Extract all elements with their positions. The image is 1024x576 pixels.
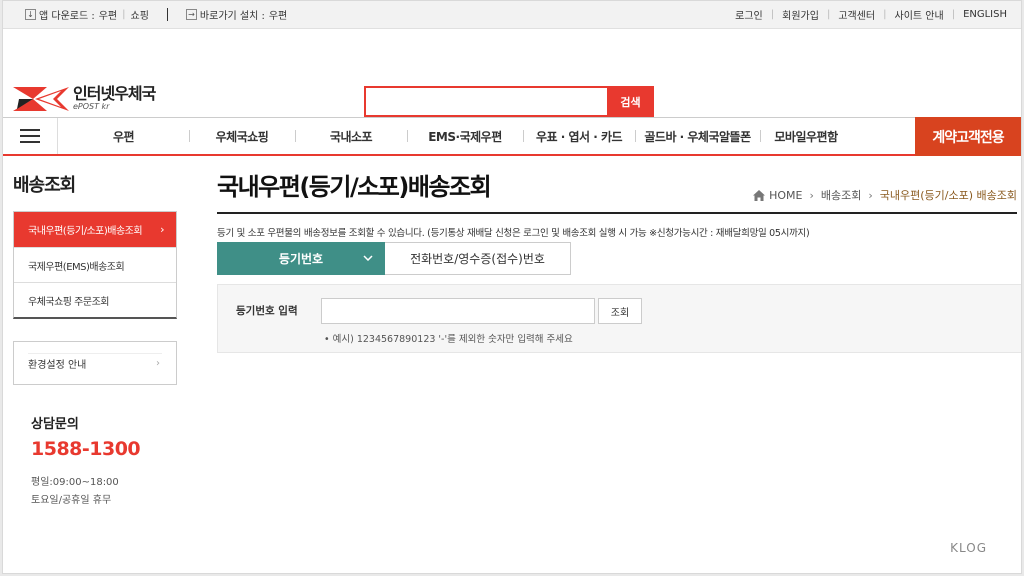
search-input[interactable] bbox=[364, 86, 607, 117]
breadcrumb-current: 국내우편(등기/소포) 배송조회 bbox=[879, 189, 1017, 202]
tab-label: 등기번호 bbox=[278, 252, 324, 266]
tracking-number-label: 등기번호 입력 bbox=[236, 305, 298, 317]
shortcut-label: 바로가기 설치 : bbox=[199, 11, 265, 22]
env-settings-label: 환경설정 안내 bbox=[28, 359, 87, 371]
site-guide-link[interactable]: 사이트 안내 bbox=[895, 7, 944, 22]
login-link[interactable]: 로그인 bbox=[735, 7, 763, 22]
app-download-shopping-link[interactable]: 쇼핑 bbox=[131, 7, 149, 22]
sidebar-item-label: 국내우편(등기/소포)배송조회 bbox=[28, 226, 143, 237]
shortcut-icon: → bbox=[185, 9, 197, 20]
watermark: KLOG bbox=[950, 541, 987, 555]
nav-item-goldbar-phone[interactable]: 골드바 · 우체국알뜰폰 bbox=[635, 128, 760, 145]
tab-phone-receipt-number[interactable]: 전화번호/영수증(접수)번호 bbox=[385, 242, 571, 275]
nav-item-parcel[interactable]: 국내소포 bbox=[295, 128, 407, 145]
breadcrumb-separator: › bbox=[809, 188, 814, 202]
logo-text: 인터넷우체국 ePOST kr bbox=[73, 84, 156, 112]
nav-item-stamps[interactable]: 우표 · 엽서 · 카드 bbox=[523, 128, 635, 145]
browser-page: ↓ 앱 다운로드 : 우편 | 쇼핑 → 바로가기 설치 : 우편 로그인 | … bbox=[2, 0, 1022, 574]
epost-logo[interactable]: 인터넷우체국 ePOST kr bbox=[13, 84, 156, 113]
divider: | bbox=[122, 9, 126, 20]
divider bbox=[166, 8, 168, 21]
logo-english: ePOST kr bbox=[73, 102, 110, 111]
divider: | bbox=[951, 9, 956, 20]
divider: | bbox=[883, 9, 887, 20]
menu-toggle[interactable] bbox=[3, 118, 58, 154]
gnb-items: 우편 우체국쇼핑 국내소포 EMS·국제우편 우표 · 엽서 · 카드 골드바 … bbox=[58, 118, 915, 154]
search-type-tabs: 등기번호 전화번호/영수증(접수)번호 bbox=[217, 242, 1017, 275]
sidebar: 배송조회 국내우편(등기/소포)배송조회 › 국제우편(EMS)배송조회 우체국… bbox=[13, 171, 177, 510]
nav-item-ems[interactable]: EMS·국제우편 bbox=[407, 128, 523, 145]
app-download-label: 앱 다운로드 : bbox=[39, 11, 95, 22]
sidebar-item-label: 국제우편(EMS)배송조회 bbox=[28, 261, 125, 273]
chevron-down-icon bbox=[363, 253, 373, 264]
utility-right: 로그인 | 회원가입 | 고객센터 | 사이트 안내 | ENGLISH bbox=[735, 7, 1007, 22]
breadcrumb-separator: › bbox=[868, 188, 873, 202]
nav-item-post[interactable]: 우편 bbox=[58, 128, 189, 145]
sidebar-item-domestic-tracking[interactable]: 국내우편(등기/소포)배송조회 › bbox=[14, 212, 176, 247]
sidebar-item-ems-tracking[interactable]: 국제우편(EMS)배송조회 bbox=[14, 247, 176, 282]
tracking-form: 등기번호 입력 조회 • 예시) 1234567890123 '-'를 제외한 … bbox=[217, 284, 1021, 353]
sidebar-item-shopping-order[interactable]: 우체국쇼핑 주문조회 bbox=[14, 282, 176, 317]
consult-title: 상담문의 bbox=[31, 417, 79, 432]
divider: | bbox=[770, 9, 775, 20]
hours-holiday: 토요일/공휴일 휴무 bbox=[31, 495, 112, 506]
lookup-button[interactable]: 조회 bbox=[598, 298, 642, 324]
hamburger-icon bbox=[20, 125, 40, 147]
tracking-number-input[interactable] bbox=[321, 298, 595, 324]
app-download-group: ↓ 앱 다운로드 : 우편 | 쇼핑 bbox=[25, 7, 149, 22]
utility-left: ↓ 앱 다운로드 : 우편 | 쇼핑 → 바로가기 설치 : 우편 bbox=[25, 7, 287, 22]
chevron-right-icon: › bbox=[156, 357, 160, 369]
shortcut-post-link[interactable]: 우편 bbox=[269, 7, 287, 22]
sidebar-item-label: 우체국쇼핑 주문조회 bbox=[28, 296, 109, 308]
tab-registered-number[interactable]: 등기번호 bbox=[217, 242, 385, 275]
global-nav: 우편 우체국쇼핑 국내소포 EMS·국제우편 우표 · 엽서 · 카드 골드바 … bbox=[3, 117, 1021, 156]
sidebar-title: 배송조회 bbox=[13, 175, 76, 196]
app-download-post-link[interactable]: 우편 bbox=[99, 7, 117, 22]
consult-info: 상담문의 1588-1300 평일:09:00~18:00 토요일/공휴일 휴무 bbox=[13, 413, 177, 510]
title-divider bbox=[217, 212, 1017, 214]
logo-korean: 인터넷우체국 bbox=[73, 84, 156, 103]
contract-customer-button[interactable]: 계약고객전용 bbox=[915, 117, 1021, 156]
tracking-number-hint: • 예시) 1234567890123 '-'를 제외한 숫자만 입력해 주세요 bbox=[324, 334, 573, 345]
download-icon: ↓ bbox=[25, 9, 36, 20]
breadcrumb-tracking[interactable]: 배송조회 bbox=[821, 187, 861, 203]
page-description: 등기 및 소포 우편물의 배송정보를 조회할 수 있습니다. (등기통상 재배달… bbox=[217, 228, 810, 239]
sidebar-menu: 국내우편(등기/소포)배송조회 › 국제우편(EMS)배송조회 우체국쇼핑 주문… bbox=[13, 211, 177, 319]
utility-bar: ↓ 앱 다운로드 : 우편 | 쇼핑 → 바로가기 설치 : 우편 로그인 | … bbox=[3, 1, 1021, 29]
shortcut-group: → 바로가기 설치 : 우편 bbox=[185, 7, 287, 22]
search-bar: 검색 bbox=[364, 86, 654, 117]
breadcrumb: HOME › 배송조회 › 국내우편(등기/소포) 배송조회 bbox=[753, 187, 1017, 203]
home-icon bbox=[753, 189, 766, 201]
nav-item-shopping[interactable]: 우체국쇼핑 bbox=[189, 128, 295, 145]
env-settings-link[interactable]: 환경설정 안내 › bbox=[13, 341, 177, 385]
customer-center-link[interactable]: 고객센터 bbox=[838, 7, 875, 22]
english-link[interactable]: ENGLISH bbox=[963, 9, 1007, 20]
epost-logo-icon bbox=[13, 87, 69, 111]
consult-hours: 평일:09:00~18:00 토요일/공휴일 휴무 bbox=[31, 474, 177, 510]
hours-weekday: 평일:09:00~18:00 bbox=[31, 477, 119, 488]
signup-link[interactable]: 회원가입 bbox=[782, 7, 819, 22]
search-button[interactable]: 검색 bbox=[607, 86, 654, 117]
header: 인터넷우체국 ePOST kr 검색 bbox=[3, 29, 1021, 117]
divider: | bbox=[826, 9, 831, 20]
nav-item-mobile-mailbox[interactable]: 모바일우편함 bbox=[760, 128, 852, 145]
consult-phone: 1588-1300 bbox=[31, 438, 141, 460]
main-content: 국내우편(등기/소포)배송조회 HOME › 배송조회 › 국내우편(등기/소포… bbox=[217, 167, 1021, 353]
divider bbox=[28, 353, 162, 354]
breadcrumb-home[interactable]: HOME bbox=[769, 189, 802, 202]
chevron-right-icon: › bbox=[160, 223, 164, 236]
